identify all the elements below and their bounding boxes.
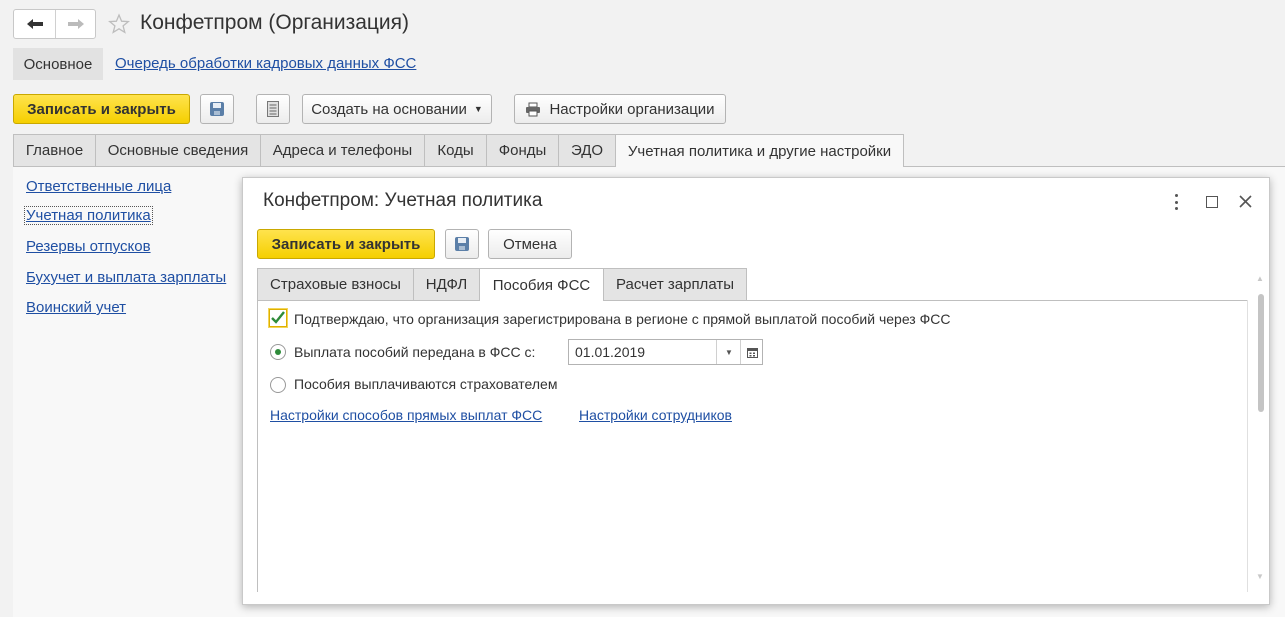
floppy-disk-icon: [210, 102, 224, 116]
tab-payroll-calc[interactable]: Расчет зарплаты: [603, 268, 747, 300]
printer-icon: [526, 102, 541, 116]
sidebar-item-vacation-reserves[interactable]: Резервы отпусков: [26, 238, 151, 255]
star-icon[interactable]: [108, 13, 130, 35]
tab-basic-info[interactable]: Основные сведения: [95, 134, 261, 166]
sidebar-item-accounting-policy[interactable]: Учетная политика: [24, 206, 153, 225]
calendar-button[interactable]: [740, 340, 763, 364]
maximize-icon[interactable]: [1206, 196, 1218, 208]
scrollbar-track[interactable]: ▲ ▼: [1255, 274, 1265, 588]
sidebar-item-responsible[interactable]: Ответственные лица: [26, 178, 171, 195]
direct-payments-settings-link[interactable]: Настройки способов прямых выплат ФСС: [270, 407, 542, 423]
dialog-content-left-border: [257, 300, 258, 592]
back-button[interactable]: [14, 10, 56, 38]
confirm-checkbox-label: Подтверждаю, что организация зарегистрир…: [294, 311, 951, 327]
dialog-save-button[interactable]: [445, 229, 479, 259]
scroll-up-icon[interactable]: ▲: [1256, 274, 1264, 283]
forward-button[interactable]: [56, 10, 95, 38]
sidebar-item-military[interactable]: Воинский учет: [26, 299, 126, 316]
page-title: Конфетпром (Организация): [140, 11, 410, 34]
arrow-left-icon: [26, 19, 43, 29]
tab-fss-benefits[interactable]: Пособия ФСС: [479, 268, 604, 301]
sidebar-item-payroll-accounting[interactable]: Бухучет и выплата зарплаты: [26, 269, 226, 286]
floppy-disk-icon: [455, 237, 469, 251]
radio-fss-transferred[interactable]: [270, 344, 286, 360]
date-field[interactable]: 01.01.2019 ▼: [568, 339, 763, 365]
calendar-icon: [746, 347, 758, 358]
dialog-save-close-button[interactable]: Записать и закрыть: [257, 229, 435, 259]
tab-funds[interactable]: Фонды: [486, 134, 559, 166]
document-list-icon: [267, 101, 279, 117]
confirm-checkbox[interactable]: [269, 309, 287, 327]
radio-insurer-pays-label: Пособия выплачиваются страхователем: [294, 376, 558, 392]
more-menu-icon[interactable]: [1171, 194, 1181, 210]
radio-selected-dot: [275, 349, 281, 355]
scroll-down-icon[interactable]: ▼: [1256, 572, 1264, 581]
tab-codes[interactable]: Коды: [424, 134, 487, 166]
nav-main[interactable]: Основное: [13, 48, 103, 80]
tab-active-gap: [616, 166, 903, 167]
org-settings-button[interactable]: Настройки организации: [514, 94, 726, 124]
radio-insurer-pays[interactable]: [270, 377, 286, 393]
tab-accounting-policy[interactable]: Учетная политика и другие настройки: [615, 134, 904, 167]
dialog-inner-right-border: [1247, 300, 1248, 592]
arrow-right-icon: [67, 19, 84, 29]
dialog-cancel-button[interactable]: Отмена: [488, 229, 572, 259]
tab-ndfl[interactable]: НДФЛ: [413, 268, 480, 300]
report-button[interactable]: [256, 94, 290, 124]
checkmark-icon: [271, 311, 285, 324]
scrollbar-thumb[interactable]: [1258, 294, 1264, 412]
nav-fss-queue-link[interactable]: Очередь обработки кадровых данных ФСС: [115, 55, 416, 72]
close-icon[interactable]: [1239, 195, 1252, 208]
save-button[interactable]: [200, 94, 234, 124]
tab-main[interactable]: Главное: [13, 134, 96, 166]
employees-settings-link[interactable]: Настройки сотрудников: [579, 407, 732, 423]
tab-insurance[interactable]: Страховые взносы: [257, 268, 414, 300]
date-dropdown-button[interactable]: ▼: [716, 340, 741, 364]
create-based-button[interactable]: Создать на основании ▼: [302, 94, 492, 124]
policy-dialog: Конфетпром: Учетная политика Записать и …: [242, 177, 1270, 605]
tab-edo[interactable]: ЭДО: [558, 134, 616, 166]
save-close-button[interactable]: Записать и закрыть: [13, 94, 190, 124]
dialog-tab-gap: [480, 300, 603, 301]
tab-addresses[interactable]: Адреса и телефоны: [260, 134, 425, 166]
dropdown-arrow-icon: ▼: [473, 104, 483, 114]
org-settings-label: Настройки организации: [549, 100, 715, 118]
radio-fss-transferred-label: Выплата пособий передана в ФСС с:: [294, 344, 536, 360]
dialog-title: Конфетпром: Учетная политика: [263, 190, 543, 211]
create-based-label: Создать на основании: [311, 100, 467, 118]
date-value: 01.01.2019: [575, 344, 646, 360]
nav-buttons: [13, 9, 96, 39]
dialog-tabs-baseline: [257, 300, 1247, 301]
chevron-down-icon: ▼: [725, 347, 733, 357]
